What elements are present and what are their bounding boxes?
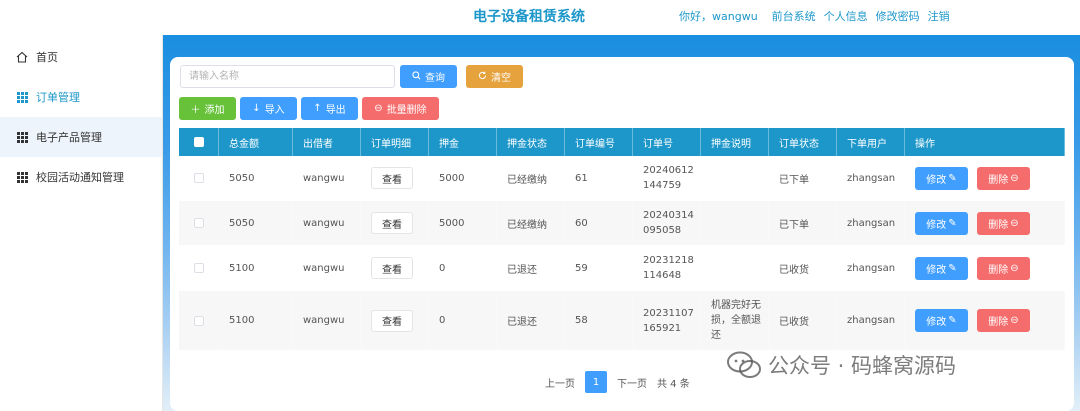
link-front-system[interactable]: 前台系统 (772, 8, 816, 24)
search-icon (412, 70, 421, 83)
row-checkbox[interactable] (179, 156, 219, 200)
home-icon (16, 51, 28, 63)
search-input[interactable] (180, 65, 395, 88)
app-title: 电子设备租赁系统 (473, 9, 585, 25)
edit-button[interactable]: 修改 ✎ (915, 211, 968, 235)
sidebar-item-campus-notices[interactable]: 校园活动通知管理 (0, 157, 162, 197)
column-header: 出借者 (293, 128, 361, 156)
edit-button[interactable]: 修改 ✎ (915, 166, 968, 190)
clear-button[interactable]: 清空 (466, 65, 523, 88)
table-header: 总金额 出借者 订单明细 押金 押金状态 订单编号 订单号 押金说明 订单状态 … (179, 128, 1065, 156)
column-header: 订单编号 (565, 128, 633, 156)
minus-circle-icon: ⊖ (1010, 315, 1019, 326)
query-button[interactable]: 查询 (400, 65, 457, 88)
view-detail-button[interactable]: 查看 (371, 167, 413, 189)
greeting-text: 你好，wangwu (679, 10, 758, 23)
minus-circle-icon: ⊖ (374, 103, 383, 114)
batch-delete-button[interactable]: ⊖ 批量删除 (362, 97, 439, 120)
total-count: 共 4 条 (657, 378, 690, 390)
edit-button[interactable]: 修改 ✎ (915, 309, 968, 332)
sidebar-item-orders[interactable]: 订单管理 (0, 77, 162, 117)
column-header: 总金额 (219, 128, 293, 156)
pagination: 上一页 1 下一页 共 4 条 (545, 371, 690, 393)
delete-button[interactable]: 删除 ⊖ (977, 256, 1030, 280)
add-button[interactable]: ＋ 添加 (179, 97, 236, 120)
view-detail-button[interactable]: 查看 (371, 212, 413, 234)
watermark: 公众号 · 码蜂窝源码 (726, 350, 956, 380)
edit-icon: ✎ (948, 172, 957, 184)
delete-button[interactable]: 删除 ⊖ (977, 309, 1030, 332)
wechat-logo-icon (726, 350, 762, 380)
sidebar-item-products[interactable]: 电子产品管理 (0, 117, 162, 157)
column-header: 押金状态 (497, 128, 565, 156)
column-header: 订单状态 (769, 128, 837, 156)
sidebar-item-label: 首页 (36, 51, 58, 64)
column-header: 操作 (905, 128, 1065, 156)
grid-icon (16, 131, 28, 143)
top-links: 你好，wangwu 前台系统 个人信息 修改密码 注销 (679, 8, 950, 24)
column-header: 订单号 (633, 128, 701, 156)
view-detail-button[interactable]: 查看 (371, 257, 413, 279)
delete-button[interactable]: 删除 ⊖ (977, 166, 1030, 190)
link-logout[interactable]: 注销 (928, 8, 950, 24)
arrow-down-icon: ↓ (252, 103, 261, 114)
column-header: 下单用户 (837, 128, 905, 156)
sidebar: 首页 订单管理 电子产品管理 校园活动通知管理 (0, 35, 163, 411)
column-header: 订单明细 (361, 128, 429, 156)
table-row: 5100 wangwu 查看 0 已退还 58 20231107165921 机… (179, 291, 1065, 351)
row-checkbox[interactable] (179, 291, 219, 350)
column-header: 押金说明 (701, 128, 769, 156)
refresh-icon (478, 71, 487, 83)
export-button[interactable]: ↑ 导出 (301, 97, 358, 120)
minus-circle-icon: ⊖ (1010, 262, 1019, 274)
minus-circle-icon: ⊖ (1010, 217, 1019, 229)
column-header: 押金 (429, 128, 497, 156)
orders-table: 总金额 出借者 订单明细 押金 押金状态 订单编号 订单号 押金说明 订单状态 … (179, 128, 1065, 351)
top-header: 电子设备租赁系统 你好，wangwu 前台系统 个人信息 修改密码 注销 (0, 0, 1080, 35)
sidebar-item-label: 校园活动通知管理 (36, 171, 124, 184)
arrow-up-icon: ↑ (313, 103, 322, 114)
link-change-password[interactable]: 修改密码 (876, 8, 920, 24)
grid-icon (16, 91, 28, 103)
row-checkbox[interactable] (179, 246, 219, 290)
delete-button[interactable]: 删除 ⊖ (977, 211, 1030, 235)
view-detail-button[interactable]: 查看 (371, 309, 413, 332)
edit-button[interactable]: 修改 ✎ (915, 256, 968, 280)
plus-icon: ＋ (190, 105, 201, 116)
row-checkbox[interactable] (179, 201, 219, 245)
edit-icon: ✎ (948, 262, 957, 274)
import-button[interactable]: ↓ 导入 (240, 97, 297, 120)
select-all-checkbox[interactable] (179, 128, 219, 156)
sidebar-item-label: 订单管理 (36, 91, 80, 104)
page-number-current[interactable]: 1 (585, 371, 607, 393)
edit-icon: ✎ (948, 315, 957, 326)
table-row: 5050 wangwu 查看 5000 已经缴纳 60 202403140950… (179, 201, 1065, 246)
watermark-text: 公众号 · 码蜂窝源码 (768, 354, 957, 378)
table-row: 5050 wangwu 查看 5000 已经缴纳 61 202406121447… (179, 156, 1065, 201)
edit-icon: ✎ (948, 217, 957, 229)
grid-icon (16, 171, 28, 183)
minus-circle-icon: ⊖ (1010, 172, 1019, 184)
table-row: 5100 wangwu 查看 0 已退还 59 20231218114648 已… (179, 246, 1065, 291)
sidebar-item-label: 电子产品管理 (36, 131, 102, 144)
sidebar-item-home[interactable]: 首页 (0, 37, 162, 77)
next-page-link[interactable]: 下一页 (617, 375, 647, 390)
link-profile[interactable]: 个人信息 (824, 8, 868, 24)
prev-page-link[interactable]: 上一页 (545, 375, 575, 390)
